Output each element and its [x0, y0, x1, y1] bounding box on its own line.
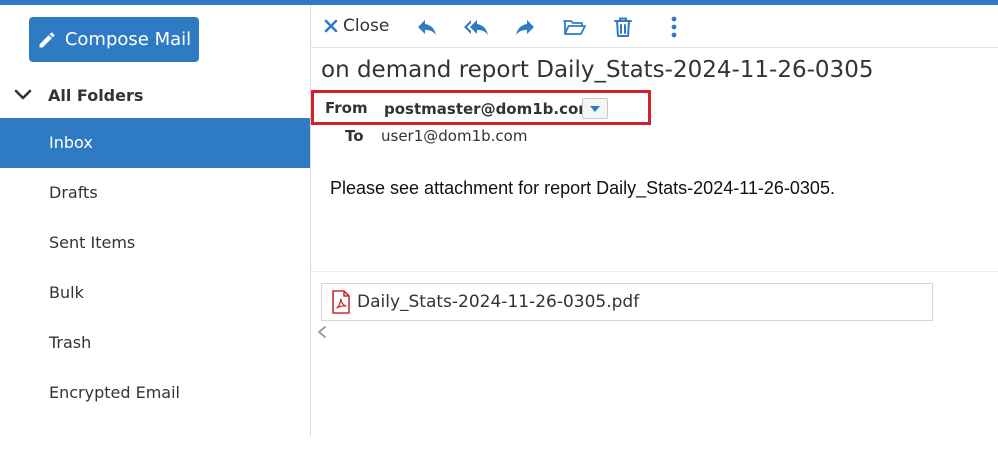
recipient-address[interactable]: user1@dom1b.com [381, 127, 527, 145]
forward-icon [516, 20, 534, 35]
folder-item-bulk[interactable]: Bulk [0, 268, 310, 318]
folder-item-trash[interactable]: Trash [0, 318, 310, 368]
all-folders-toggle[interactable]: All Folders [14, 83, 143, 107]
close-icon [324, 19, 338, 33]
reply-button[interactable] [414, 14, 440, 40]
compose-mail-label: Compose Mail [64, 29, 192, 50]
delete-button[interactable] [610, 14, 636, 40]
attachment-divider [311, 271, 998, 272]
folder-item-drafts[interactable]: Drafts [0, 168, 310, 218]
all-folders-label: All Folders [48, 85, 144, 105]
message-body: Please see attachment for report Daily_S… [330, 178, 835, 198]
message-toolbar: Close [311, 5, 998, 48]
reply-all-icon [464, 20, 488, 35]
attachment-item[interactable]: Daily_Stats-2024-11-26-0305.pdf [321, 283, 933, 321]
reply-icon [418, 20, 436, 35]
folder-move-icon [563, 20, 586, 35]
folder-list: Inbox Drafts Sent Items Bulk Trash Encry… [0, 118, 310, 418]
message-view: Close on demand report Daily_Stats-2024-… [311, 5, 998, 436]
chevron-down-icon [14, 89, 32, 100]
attachment-name: Daily_Stats-2024-11-26-0305.pdf [357, 292, 640, 312]
from-label: From [325, 99, 368, 117]
pencil-icon [39, 31, 55, 47]
more-options-button[interactable] [661, 14, 687, 40]
folder-item-encrypted-email[interactable]: Encrypted Email [0, 368, 310, 418]
caret-down-icon [590, 105, 600, 112]
forward-button[interactable] [512, 14, 538, 40]
message-subject: on demand report Daily_Stats-2024-11-26-… [321, 57, 874, 83]
compose-mail-button[interactable]: Compose Mail [29, 17, 199, 62]
to-label: To [345, 127, 364, 145]
sender-address[interactable]: postmaster@dom1b.com [384, 100, 594, 118]
sidebar: Compose Mail All Folders Inbox Drafts Se… [0, 5, 311, 436]
close-button[interactable]: Close [323, 14, 389, 38]
folder-item-sent-items[interactable]: Sent Items [0, 218, 310, 268]
move-to-folder-button[interactable] [561, 14, 587, 40]
trash-icon [614, 17, 632, 37]
sender-dropdown-button[interactable] [582, 98, 608, 119]
reply-all-button[interactable] [463, 14, 489, 40]
folder-item-inbox[interactable]: Inbox [0, 118, 310, 168]
from-row-highlight: From postmaster@dom1b.com [311, 90, 651, 125]
scroll-left-icon[interactable] [316, 325, 328, 339]
pdf-file-icon [332, 290, 350, 314]
close-label: Close [343, 16, 390, 36]
more-vertical-icon [671, 16, 677, 38]
